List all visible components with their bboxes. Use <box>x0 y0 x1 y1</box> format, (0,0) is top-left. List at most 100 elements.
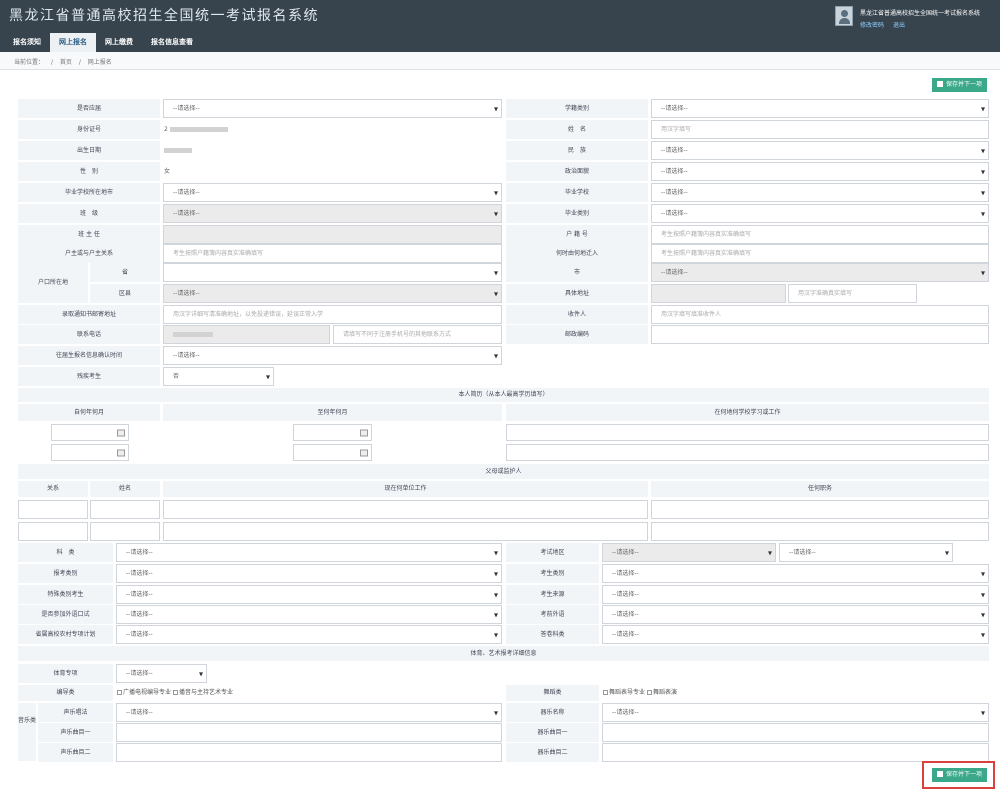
logout-link[interactable]: 退出 <box>893 22 905 29</box>
postcode-input[interactable] <box>651 325 989 344</box>
rural-select[interactable]: --请选择-- <box>116 625 502 644</box>
reg-type-select[interactable]: --请选择-- <box>116 564 502 583</box>
label-postcode: 邮政编码 <box>506 325 648 344</box>
dance-option-1-checkbox[interactable] <box>603 690 608 695</box>
address-prefix-input[interactable] <box>651 284 786 303</box>
save-icon <box>937 771 943 777</box>
school-select[interactable]: --请选择-- <box>651 183 989 202</box>
instrument-select[interactable]: --请选择-- <box>602 703 989 722</box>
sports-select[interactable]: --请选择-- <box>116 664 207 683</box>
district-select[interactable]: --请选择-- <box>163 284 502 303</box>
family-position-2[interactable] <box>651 522 989 541</box>
app-title: 黑龙江省普通高校招生全国统一考试报名系统 <box>9 8 319 24</box>
family-workplace-1[interactable] <box>163 500 648 519</box>
label-inst1: 器乐曲目一 <box>506 723 599 742</box>
user-avatar-icon <box>835 6 853 26</box>
label-confirm-time: 往届生报名信息确认时间 <box>18 346 160 365</box>
tab-registration-notice[interactable]: 报名须知 <box>4 33 50 52</box>
inst2-input[interactable] <box>602 743 989 762</box>
dance-option-2-checkbox[interactable] <box>646 690 652 695</box>
label-special: 特殊类别考生 <box>18 585 113 604</box>
label-source: 考生来源 <box>506 585 599 604</box>
label-music-block <box>18 703 36 761</box>
save-icon <box>937 81 943 87</box>
vocal1-input[interactable] <box>116 723 502 742</box>
resume-from-date-2[interactable] <box>51 444 129 461</box>
label-hukou-number: 户 籍 号 <box>506 225 648 244</box>
ethnicity-select[interactable]: --请选择-- <box>651 141 989 160</box>
user-links: 修改密码 退出 <box>860 20 912 29</box>
app-header: 黑龙江省普通高校招生全国统一考试报名系统 报名须知 网上报名 网上缴费 报名信息… <box>0 0 1000 52</box>
tab-online-registration[interactable]: 网上报名 <box>50 33 96 52</box>
save-next-button-bottom[interactable]: 保存并下一项 <box>932 768 988 782</box>
label-mail-address: 录取通知书邮寄地址 <box>18 305 160 324</box>
dance-option-2: 舞蹈表演 <box>652 689 677 696</box>
label-subject: 科 类 <box>18 543 113 562</box>
class-select[interactable]: --请选择-- <box>163 204 502 223</box>
label-head-teacher: 班 主 任 <box>18 225 160 244</box>
family-relation-1[interactable] <box>18 500 88 519</box>
family-workplace-2[interactable] <box>163 522 648 541</box>
resume-to-date-1[interactable] <box>293 424 372 441</box>
label-name: 姓 名 <box>506 120 648 139</box>
dance-options: 舞蹈表导专业 舞蹈表演 <box>602 685 989 701</box>
director-option-1-checkbox[interactable] <box>117 690 122 695</box>
special-select[interactable]: --请选择-- <box>116 585 502 604</box>
source-select[interactable]: --请选择-- <box>602 585 989 604</box>
recipient-input[interactable]: 用汉字填写填准收件人 <box>651 305 989 324</box>
exam-area-select-2[interactable]: --请选择-- <box>779 543 953 562</box>
hukou-number-input[interactable]: 考生按照户籍簿内容真实准确填写 <box>651 225 989 244</box>
label-inst2: 器乐曲目二 <box>506 743 599 762</box>
family-name-2[interactable] <box>90 522 160 541</box>
householder-input[interactable]: 考生按照户籍簿内容真实准确填写 <box>163 244 502 263</box>
is-current-grad-select[interactable]: --请选择-- <box>163 99 502 118</box>
resume-to-date-2[interactable] <box>293 444 372 461</box>
moved-in-input[interactable]: 考生按照户籍簿内容真实准确填写 <box>651 244 989 263</box>
name-input[interactable]: 用汉字填写 <box>651 120 989 139</box>
breadcrumb-sep: / <box>78 59 81 66</box>
label-rural: 省属高校农村专项计划 <box>18 625 113 644</box>
tab-online-payment[interactable]: 网上缴费 <box>96 33 142 52</box>
family-name-1[interactable] <box>90 500 160 519</box>
label-grad-type: 毕业类别 <box>506 204 648 223</box>
change-password-link[interactable]: 修改密码 <box>860 22 884 29</box>
label-birth-date: 出生日期 <box>18 141 160 160</box>
foreign-oral-select[interactable]: --请选择-- <box>116 605 502 624</box>
vocal2-input[interactable] <box>116 743 502 762</box>
resume-place-2[interactable] <box>506 444 989 461</box>
label-music: 音乐类 <box>18 717 37 724</box>
save-next-button-top[interactable]: 保存并下一项 <box>932 78 988 92</box>
breadcrumb-sep: / <box>50 59 53 66</box>
mail-address-input[interactable]: 用汉字详细写清准确地址，以免投递错误，延误正常入学 <box>163 305 502 324</box>
resume-from-date-1[interactable] <box>51 424 129 441</box>
tab-registration-info[interactable]: 报名信息查看 <box>142 33 202 52</box>
head-teacher-input[interactable] <box>163 225 502 244</box>
grad-type-select[interactable]: --请选择-- <box>651 204 989 223</box>
breadcrumb-label: 当前位置： <box>14 59 45 66</box>
resume-place-1[interactable] <box>506 424 989 441</box>
student-status-select[interactable]: --请选择-- <box>651 99 989 118</box>
label-vocal: 声乐唱法 <box>38 703 113 722</box>
school-city-select[interactable]: --请选择-- <box>163 183 502 202</box>
address-input[interactable]: 用汉字准确真实填写 <box>788 284 917 303</box>
family-position-1[interactable] <box>651 500 989 519</box>
label-school: 毕业学校 <box>506 183 648 202</box>
disabled-select[interactable]: 否 <box>163 367 274 386</box>
city-select[interactable]: --请选择-- <box>651 263 989 282</box>
subject-select[interactable]: --请选择-- <box>116 543 502 562</box>
breadcrumb-home[interactable]: 首页 <box>60 59 72 66</box>
foreign-select[interactable]: --请选择-- <box>602 605 989 624</box>
vocal-select[interactable]: --请选择-- <box>116 703 502 722</box>
cand-type-select[interactable]: --请选择-- <box>602 564 989 583</box>
inst1-input[interactable] <box>602 723 989 742</box>
phone2-input[interactable]: 请填写不同于注册手机号的其他联系方式 <box>333 325 502 344</box>
confirm-time-select[interactable]: --请选择-- <box>163 346 502 365</box>
label-director: 编导类 <box>18 685 113 701</box>
family-relation-2[interactable] <box>18 522 88 541</box>
director-option-2-checkbox[interactable] <box>172 690 178 695</box>
province-select[interactable] <box>163 263 502 282</box>
director-option-1: 广播电视编导专业 <box>123 689 172 696</box>
exam-area-select-1[interactable]: --请选择-- <box>602 543 776 562</box>
political-select[interactable]: --请选择-- <box>651 162 989 181</box>
exam-lang-select[interactable]: --请选择-- <box>602 625 989 644</box>
